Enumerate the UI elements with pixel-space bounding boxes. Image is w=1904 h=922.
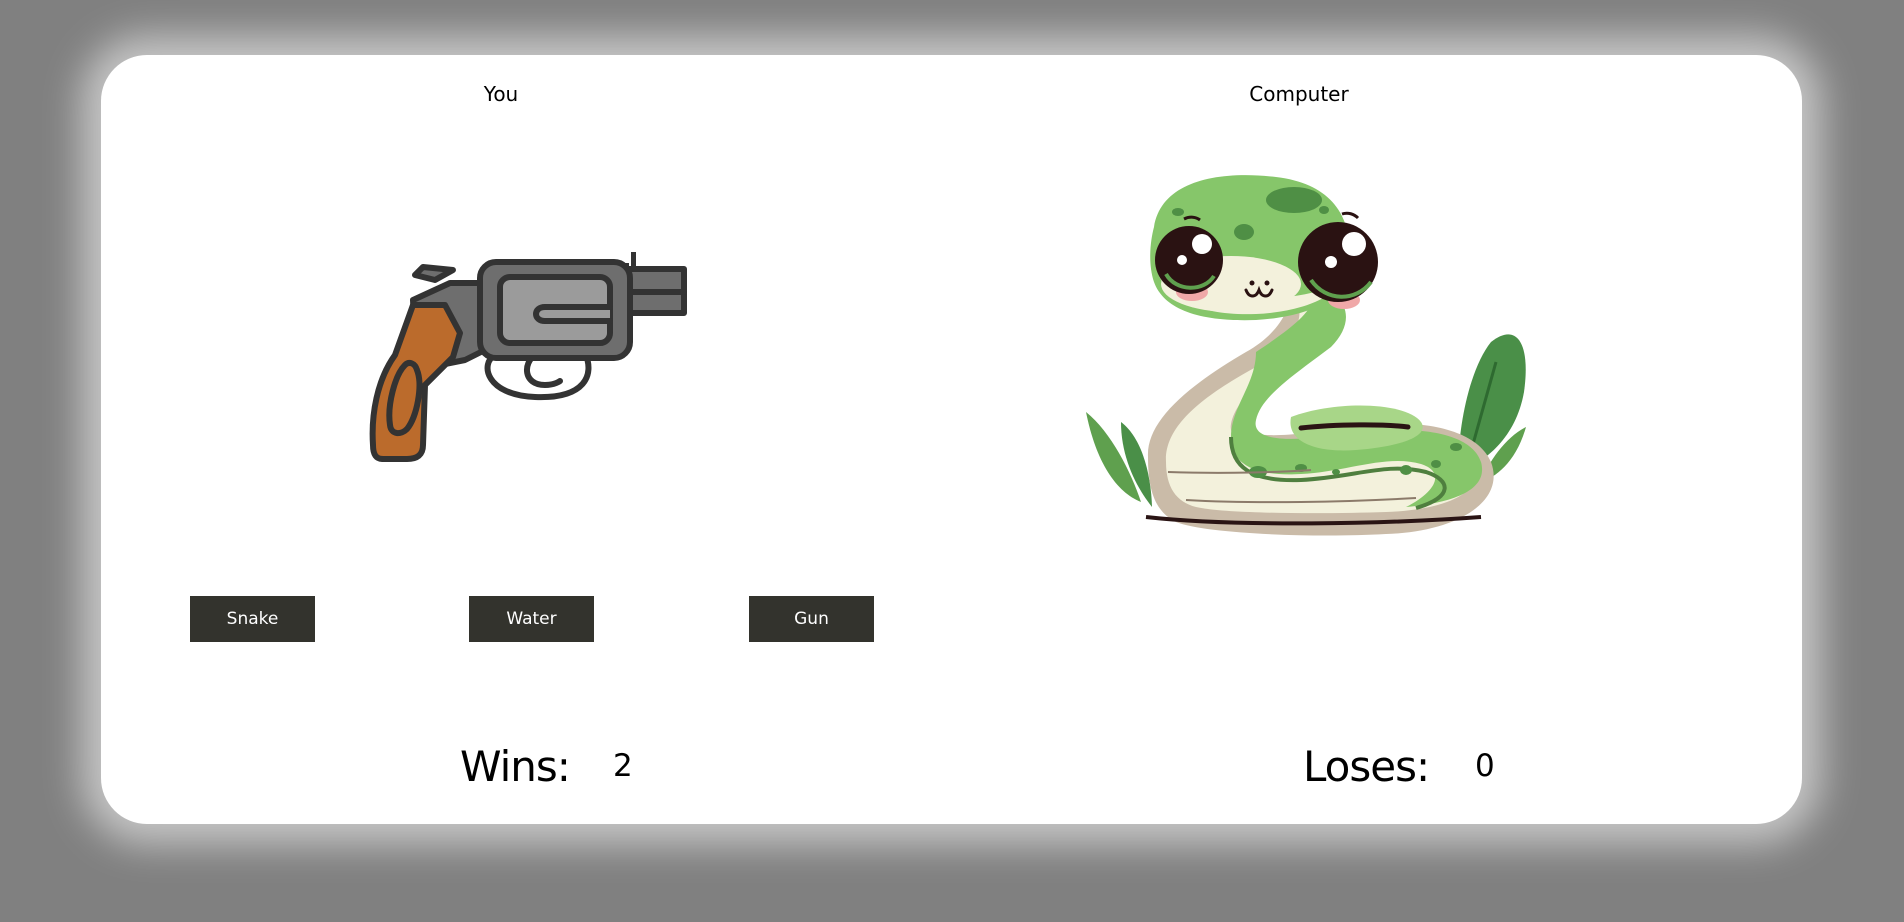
wins-value: 2 (613, 748, 633, 784)
gun-button[interactable]: Gun (749, 596, 874, 642)
computer-label: Computer (1249, 82, 1349, 106)
revolver-icon (369, 252, 687, 462)
snake-button[interactable]: Snake (190, 596, 315, 642)
loses-label: Loses: (1303, 742, 1430, 791)
wins-label: Wins: (460, 742, 571, 791)
snake-icon (1086, 175, 1526, 536)
loses-value: 0 (1475, 748, 1495, 784)
water-button[interactable]: Water (469, 596, 594, 642)
you-label: You (483, 82, 519, 106)
